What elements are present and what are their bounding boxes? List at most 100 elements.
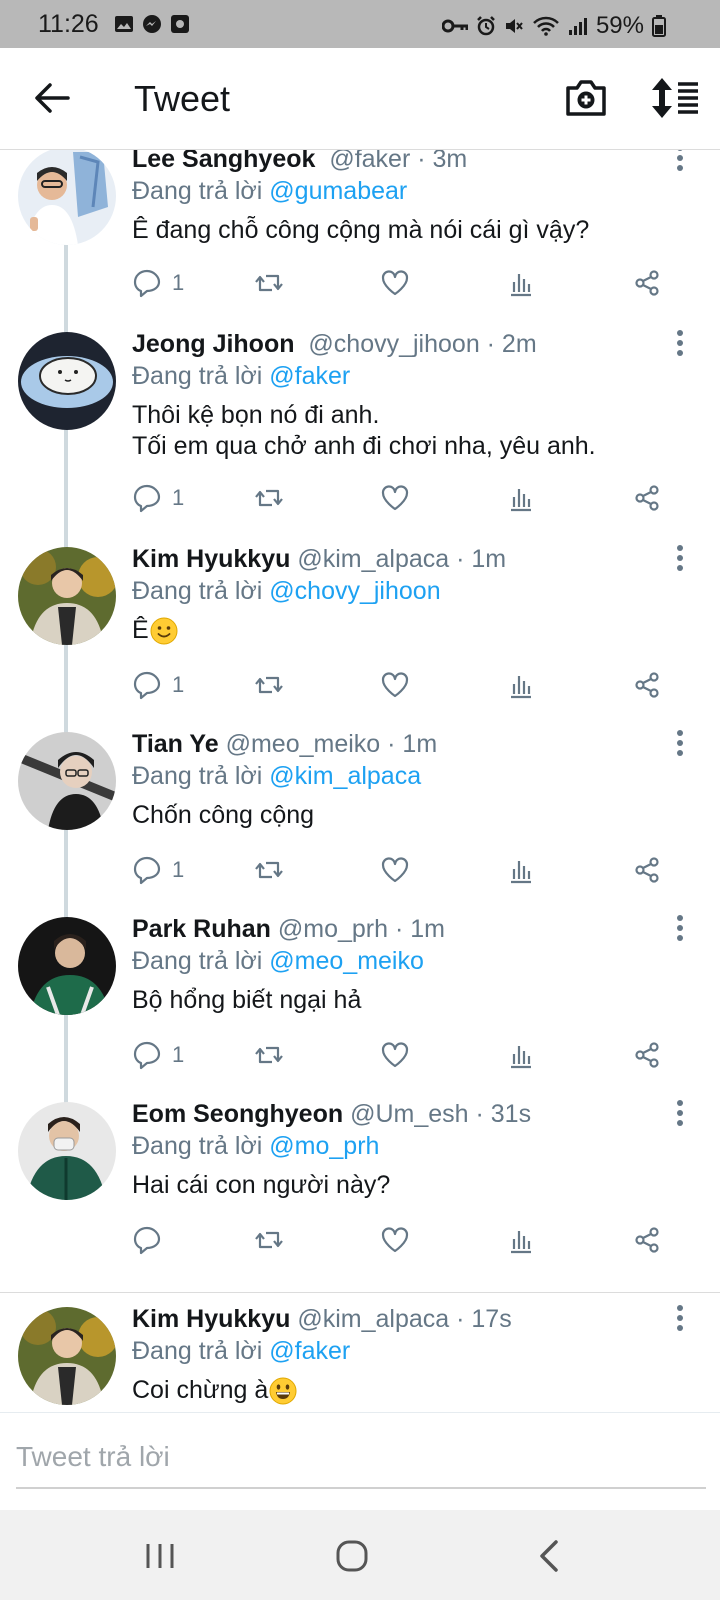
- analytics-button[interactable]: [506, 850, 536, 890]
- heart-icon: [381, 270, 409, 296]
- reply-button[interactable]: 1: [132, 478, 184, 518]
- avatar[interactable]: [18, 1307, 116, 1405]
- tweet-item[interactable]: Tian Ye @meo_meiko · 1m Đang trả lời @ki…: [0, 720, 720, 905]
- analytics-button[interactable]: [506, 478, 536, 518]
- more-options-icon[interactable]: [668, 328, 692, 358]
- reply-button[interactable]: 1: [132, 263, 184, 303]
- reply-button[interactable]: 1: [132, 665, 184, 705]
- replying-to: Đang trả lời @meo_meiko: [132, 947, 424, 976]
- tweet-text: Ê: [132, 616, 149, 644]
- avatar[interactable]: [18, 150, 116, 245]
- heart-icon: [381, 1042, 409, 1068]
- tweet-actions: [132, 1220, 692, 1260]
- like-button[interactable]: [380, 478, 410, 518]
- tweet-item[interactable]: Kim Hyukkyu @kim_alpaca · 17s Đang trả l…: [0, 1275, 720, 1412]
- like-button[interactable]: [380, 1035, 410, 1075]
- sort-icon[interactable]: [650, 76, 700, 120]
- back-arrow-icon[interactable]: [32, 78, 72, 118]
- reply-mention-link[interactable]: @gumabear: [269, 177, 407, 205]
- avatar[interactable]: [18, 732, 116, 830]
- share-button[interactable]: [632, 263, 662, 303]
- more-options-icon[interactable]: [668, 543, 692, 573]
- like-button[interactable]: [380, 850, 410, 890]
- reply-button[interactable]: [132, 1220, 172, 1260]
- share-icon: [635, 1227, 659, 1253]
- author-name[interactable]: Kim Hyukkyu: [132, 545, 290, 573]
- more-options-icon[interactable]: [668, 1303, 692, 1333]
- tweet-text: Hai cái con người này?: [132, 1171, 391, 1199]
- analytics-button[interactable]: [506, 263, 536, 303]
- analytics-icon: [511, 1046, 531, 1069]
- retweet-button[interactable]: [254, 1220, 284, 1260]
- retweet-button[interactable]: [254, 478, 284, 518]
- tweet-item[interactable]: Lee Sanghyeok @faker · 3m Đang trả lời @…: [0, 150, 720, 320]
- more-options-icon[interactable]: [668, 150, 692, 173]
- avatar[interactable]: [18, 547, 116, 645]
- more-options-icon[interactable]: [668, 728, 692, 758]
- like-button[interactable]: [380, 1220, 410, 1260]
- reply-mention-link[interactable]: @kim_alpaca: [269, 762, 421, 790]
- author-name[interactable]: Kim Hyukkyu: [132, 1305, 290, 1333]
- avatar[interactable]: [18, 917, 116, 1015]
- gallery-notification-icon: [115, 16, 133, 32]
- author-name[interactable]: Jeong Jihoon: [132, 330, 295, 358]
- share-icon: [635, 1042, 659, 1068]
- author-name[interactable]: Lee Sanghyeok: [132, 150, 315, 173]
- analytics-icon: [511, 676, 531, 699]
- tweet-item[interactable]: Park Ruhan @mo_prh · 1m Đang trả lời @me…: [0, 905, 720, 1090]
- avatar[interactable]: [18, 1102, 116, 1200]
- avatar[interactable]: [18, 332, 116, 430]
- retweet-button[interactable]: [254, 1035, 284, 1075]
- reply-button[interactable]: 1: [132, 1035, 184, 1075]
- reply-icon: [133, 856, 161, 885]
- back-nav-icon[interactable]: [526, 1532, 574, 1580]
- home-icon[interactable]: [328, 1532, 376, 1580]
- like-button[interactable]: [380, 665, 410, 705]
- author-name[interactable]: Park Ruhan: [132, 915, 271, 943]
- reply-mention-link[interactable]: @mo_prh: [269, 1132, 379, 1160]
- reply-mention-link[interactable]: @chovy_jihoon: [269, 577, 440, 605]
- share-button[interactable]: [632, 478, 662, 518]
- reply-prefix: Đang trả lời: [132, 762, 270, 790]
- analytics-button[interactable]: [506, 665, 536, 705]
- more-options-icon[interactable]: [668, 1098, 692, 1128]
- tweet-header: Kim Hyukkyu @kim_alpaca · 17s: [132, 1305, 512, 1334]
- retweet-button[interactable]: [254, 263, 284, 303]
- like-button[interactable]: [380, 263, 410, 303]
- reply-input[interactable]: [16, 1427, 706, 1489]
- analytics-button[interactable]: [506, 1035, 536, 1075]
- notification-icons: [114, 14, 190, 34]
- camera-icon[interactable]: [564, 76, 608, 120]
- tweet-item[interactable]: Eom Seonghyeon @Um_esh · 31s Đang trả lờ…: [0, 1090, 720, 1275]
- recent-apps-icon[interactable]: [136, 1532, 184, 1580]
- more-options-icon[interactable]: [668, 913, 692, 943]
- reply-mention-link[interactable]: @faker: [269, 1337, 350, 1365]
- system-navigation-bar: [0, 1510, 720, 1600]
- share-icon: [635, 270, 659, 296]
- tweet-item[interactable]: Jeong Jihoon @chovy_jihoon · 2m Đang trả…: [0, 320, 720, 535]
- reply-mention-link[interactable]: @meo_meiko: [269, 947, 424, 975]
- tweet-actions: 1: [132, 665, 692, 705]
- author-handle: @meo_meiko · 1m: [225, 730, 438, 758]
- share-button[interactable]: [632, 665, 662, 705]
- tweet-header: Lee Sanghyeok @faker · 3m: [132, 150, 467, 174]
- author-name[interactable]: Tian Ye: [132, 730, 219, 758]
- tweet-header: Tian Ye @meo_meiko · 1m: [132, 730, 437, 759]
- tweet-item[interactable]: Kim Hyukkyu @kim_alpaca · 1m Đang trả lờ…: [0, 535, 720, 720]
- reply-icon: [133, 1226, 161, 1255]
- reply-mention-link[interactable]: @faker: [269, 362, 350, 390]
- analytics-button[interactable]: [506, 1220, 536, 1260]
- tweet-text: Bộ hổng biết ngại hả: [132, 986, 362, 1014]
- reply-icon: [133, 671, 161, 700]
- author-handle: @Um_esh · 31s: [350, 1100, 532, 1128]
- replying-to: Đang trả lời @mo_prh: [132, 1132, 379, 1161]
- share-button[interactable]: [632, 850, 662, 890]
- author-name[interactable]: Eom Seonghyeon: [132, 1100, 343, 1128]
- tweet-text: Thôi kệ bọn nó đi anh. Tối em qua chở an…: [132, 401, 596, 460]
- retweet-button[interactable]: [254, 850, 284, 890]
- tweet-header: Eom Seonghyeon @Um_esh · 31s: [132, 1100, 531, 1129]
- share-button[interactable]: [632, 1035, 662, 1075]
- retweet-button[interactable]: [254, 665, 284, 705]
- share-button[interactable]: [632, 1220, 662, 1260]
- reply-button[interactable]: 1: [132, 850, 184, 890]
